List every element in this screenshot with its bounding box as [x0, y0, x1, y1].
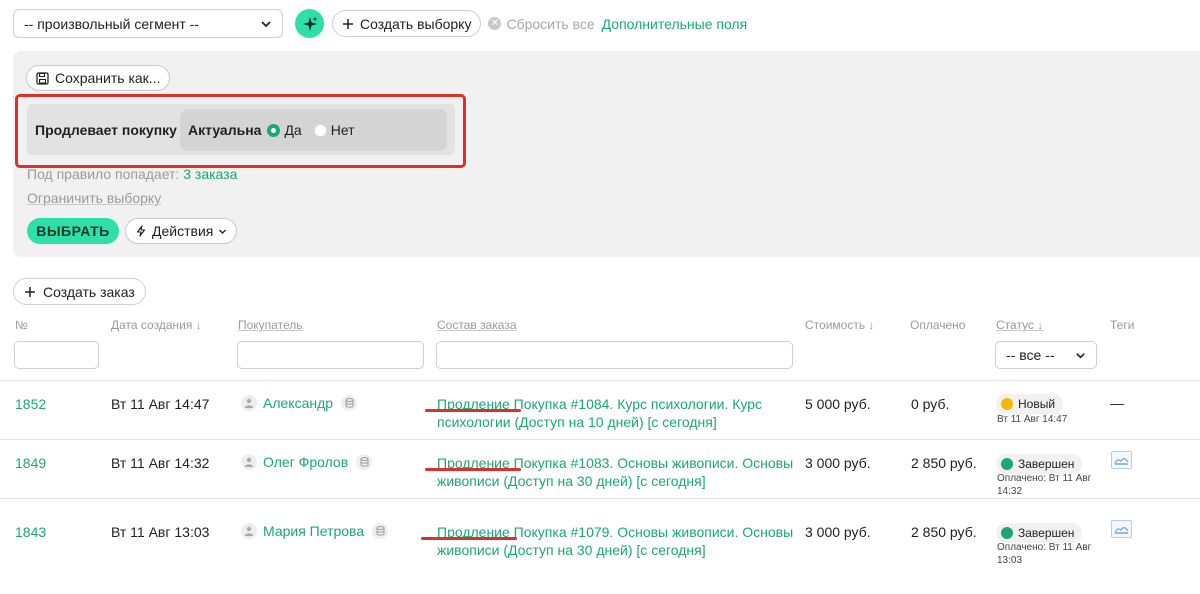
close-icon: ✕ [488, 17, 502, 30]
create-order-button[interactable]: Создать заказ [13, 278, 146, 305]
col-tags-header: Теги [1110, 318, 1135, 332]
order-number-link[interactable]: 1843 [15, 524, 46, 540]
order-composition-link[interactable]: Продление Покупка #1084. Курс психологии… [437, 395, 797, 431]
status-label: Завершен [1018, 526, 1075, 540]
order-composition-link[interactable]: Продление Покупка #1083. Основы живописи… [437, 454, 797, 490]
floppy-disk-icon [36, 71, 49, 85]
toolbar: -- произвольный сегмент -- Создать выбор… [13, 9, 747, 38]
create-selection-button[interactable]: Создать выборку [332, 10, 482, 37]
col-buyer-header[interactable]: Покупатель [238, 318, 302, 332]
lightning-icon [136, 225, 146, 237]
underline-annotation [425, 468, 521, 471]
user-icon [241, 523, 257, 539]
status-badge: Завершен [996, 523, 1083, 543]
highlight-annotation [15, 94, 466, 168]
reset-all-link[interactable]: ✕ Сбросить все [488, 15, 595, 32]
order-cost: 3 000 руб. [805, 524, 871, 540]
status-date: Оплачено: Вт 11 Авг 13:03 [997, 542, 1092, 566]
match-prefix: Под правило попадает: [27, 166, 180, 182]
match-count-link[interactable]: 3 заказа [183, 166, 237, 182]
plus-icon [25, 286, 35, 297]
order-number-link[interactable]: 1849 [15, 455, 46, 471]
col-cost-header[interactable]: Стоимость ↓ [805, 318, 874, 332]
buyer-link[interactable]: Мария Петрова [263, 523, 364, 539]
row-divider [0, 498, 1200, 499]
chevron-down-icon [219, 229, 227, 234]
order-number-link[interactable]: 1852 [15, 396, 46, 412]
user-icon [241, 454, 257, 470]
col-composition-header[interactable]: Состав заказа [437, 318, 517, 332]
buyer-cell: Мария Петрова [241, 523, 389, 539]
underline-annotation [425, 409, 521, 412]
order-created: Вт 11 Авг 14:32 [111, 455, 210, 471]
create-selection-label: Создать выборку [360, 15, 472, 32]
buyer-filter-input[interactable] [237, 341, 424, 369]
order-created: Вт 11 Авг 13:03 [111, 524, 210, 540]
buyer-cell: Александр [241, 395, 358, 411]
status-date: Вт 11 Авг 14:47 [997, 414, 1068, 425]
buyer-link[interactable]: Александр [263, 395, 333, 411]
user-icon [241, 395, 257, 411]
chevron-down-icon [261, 20, 271, 27]
status-badge: Новый [996, 394, 1064, 414]
status-badge: Завершен [996, 454, 1083, 474]
number-filter-input[interactable] [14, 341, 99, 369]
match-count-line: Под правило попадает: 3 заказа [27, 166, 237, 182]
status-dot-icon [1001, 458, 1013, 470]
buyer-cell: Олег Фролов [241, 454, 373, 470]
composition-filter-input[interactable] [436, 341, 793, 369]
col-created-header[interactable]: Дата создания ↓ [111, 318, 202, 332]
segment-select[interactable]: -- произвольный сегмент -- [13, 9, 283, 38]
status-dot-icon [1001, 398, 1013, 410]
actions-button[interactable]: Действия [125, 218, 238, 244]
order-created: Вт 11 Авг 14:47 [111, 396, 210, 412]
row-divider [0, 380, 1200, 381]
sparkles-icon [302, 16, 317, 31]
tags-empty: — [1110, 395, 1124, 411]
segment-select-value: -- произвольный сегмент -- [24, 15, 199, 32]
order-paid: 0 руб. [911, 396, 950, 412]
save-as-button[interactable]: Сохранить как... [26, 65, 171, 91]
status-filter-value: -- все -- [1006, 347, 1055, 363]
order-composition-link[interactable]: Продление Покупка #1079. Основы живописи… [437, 523, 797, 559]
col-paid-header: Оплачено [910, 318, 966, 332]
col-number-header: № [15, 318, 28, 332]
status-filter-select[interactable]: -- все -- [995, 341, 1097, 369]
tag-image-icon[interactable] [1111, 451, 1132, 469]
buyer-link[interactable]: Олег Фролов [263, 454, 348, 470]
order-paid: 2 850 руб. [911, 455, 977, 471]
order-cost: 5 000 руб. [805, 396, 871, 412]
create-order-label: Создать заказ [43, 283, 135, 300]
underline-annotation [421, 537, 517, 540]
actions-label: Действия [152, 223, 214, 239]
filter-panel: Сохранить как... Продлевает покупку Акту… [13, 51, 1200, 257]
chevron-down-icon [1076, 352, 1085, 359]
magic-button[interactable] [295, 9, 324, 38]
database-icon[interactable] [356, 454, 373, 470]
col-status-header[interactable]: Статус ↓ [996, 318, 1043, 332]
reset-all-label: Сбросить все [506, 15, 595, 32]
database-icon[interactable] [341, 395, 358, 411]
tag-image-icon[interactable] [1111, 520, 1132, 538]
status-date: Оплачено: Вт 11 Авг 14:32 [997, 473, 1092, 497]
extra-fields-link[interactable]: Дополнительные поля [602, 16, 748, 32]
database-icon[interactable] [372, 523, 389, 539]
limit-selection-link[interactable]: Ограничить выборку [27, 190, 161, 206]
order-cost: 3 000 руб. [805, 455, 871, 471]
status-dot-icon [1001, 527, 1013, 539]
order-paid: 2 850 руб. [911, 524, 977, 540]
row-divider [0, 439, 1200, 440]
status-label: Завершен [1018, 457, 1075, 471]
save-as-label: Сохранить как... [55, 70, 161, 86]
select-button[interactable]: ВЫБРАТЬ [27, 218, 119, 244]
status-label: Новый [1018, 397, 1056, 411]
plus-icon [343, 18, 353, 29]
